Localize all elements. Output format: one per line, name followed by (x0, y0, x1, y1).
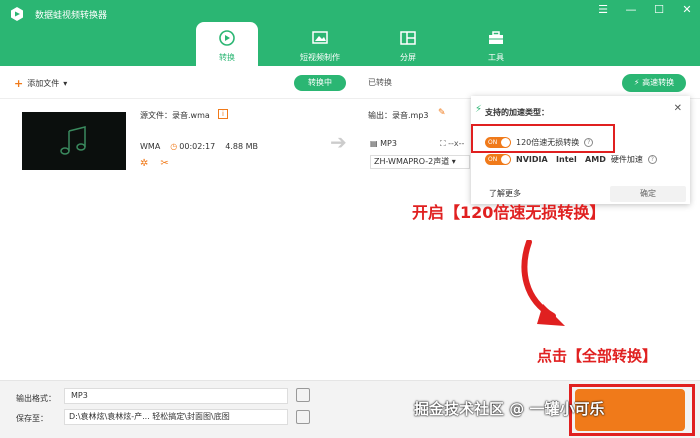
tab-label: 分屏 (400, 53, 416, 62)
option-label: NVIDIA Intel AMD (516, 155, 606, 164)
bolt-icon: ⚡ (475, 104, 483, 115)
effects-icon[interactable]: ✲ (140, 158, 148, 169)
help-icon[interactable]: ? (647, 155, 657, 164)
tab-label: 转换 (219, 53, 235, 62)
duration: 00:02:17 (179, 142, 216, 151)
tab-label: 短视频制作 (300, 53, 340, 62)
hardware-toggle[interactable]: ON (485, 154, 511, 165)
split-screen-icon (400, 31, 416, 45)
add-file-button[interactable]: + 添加文件 ▾ (14, 77, 67, 90)
title-bar: 数据蛙视频转换器 ☰ — ☐ ✕ 转换 短视频制作 分屏 工具 (0, 0, 700, 66)
output-filename: 输出：录音.mp3 (368, 111, 429, 120)
red-arrow-icon (521, 240, 565, 326)
accel-label: 高速转换 (642, 78, 675, 87)
output-format: ▤ MP3 (370, 139, 397, 148)
convert-icon (219, 30, 235, 46)
save-to-label: 保存至： (16, 414, 48, 423)
pencil-icon[interactable]: ✎ (438, 108, 446, 118)
tab-label: 工具 (488, 53, 504, 62)
menu-icon[interactable]: ☰ (596, 3, 610, 16)
tab-converting[interactable]: 转换中 (294, 75, 346, 91)
tab-split-screen[interactable]: 分屏 (364, 22, 452, 66)
source-filename: 源文件：录音.wma (140, 111, 210, 120)
settings-icon[interactable] (296, 388, 310, 402)
option-hardware: ON NVIDIA Intel AMD 硬件加速 ? (485, 154, 657, 165)
minimize-icon[interactable]: — (624, 3, 638, 16)
bolt-icon: ⚡ (633, 78, 640, 87)
clock-icon: ◷ (170, 142, 178, 151)
option-suffix: 硬件加速 (610, 155, 643, 164)
plus-icon: + (14, 77, 24, 90)
watermark: 掘金技术社区 @ 一罐小可乐 (414, 400, 605, 418)
toolbar: + 添加文件 ▾ 转换中 已转换 ⚡ 高速转换 (0, 66, 700, 98)
edit-tools: ✲ ✂ (140, 158, 169, 169)
video-maker-icon (312, 31, 328, 44)
audio-file-icon: ▤ (370, 139, 378, 148)
status-switch: 转换中 已转换 (294, 75, 404, 91)
chevron-down-icon[interactable]: ▾ (63, 79, 67, 88)
maximize-icon[interactable]: ☐ (652, 3, 666, 16)
close-icon[interactable]: ✕ (674, 103, 682, 114)
info-icon[interactable]: i (218, 109, 228, 119)
toolbox-icon (489, 31, 503, 44)
main-nav: 转换 短视频制作 分屏 工具 (196, 22, 540, 66)
add-file-label: 添加文件 (27, 79, 60, 88)
highlight-box (471, 124, 615, 153)
tab-tools[interactable]: 工具 (452, 22, 540, 66)
save-path-select[interactable]: D:\袁林炫\袁林炫-产... 轻松搞定\封面图\底图 (64, 409, 288, 425)
accel-button[interactable]: ⚡ 高速转换 (622, 74, 686, 92)
source-format: WMA (140, 142, 161, 151)
scissors-icon[interactable]: ✂ (160, 158, 168, 169)
tab-converted[interactable]: 已转换 (356, 75, 404, 91)
output-format-select[interactable]: MP3 (64, 388, 288, 404)
annotation-bottom: 点击【全部转换】 (537, 347, 658, 365)
output-size: ⛶ --x-- (440, 139, 465, 148)
file-size: 4.88 MB (225, 142, 258, 151)
learn-more-link[interactable]: 了解更多 (489, 188, 521, 199)
window-controls: ☰ — ☐ ✕ (596, 3, 694, 16)
audio-track-select[interactable]: ZH-WMAPRO-2声道 ▾ (370, 155, 470, 169)
output-format-label: 输出格式： (16, 394, 56, 403)
file-meta: WMA ◷ 00:02:17 4.88 MB (140, 142, 258, 151)
resize-icon: ⛶ (440, 139, 446, 148)
app-logo-icon (11, 7, 23, 21)
music-note-icon (60, 126, 86, 155)
tab-convert[interactable]: 转换 (196, 22, 258, 66)
popup-title: 支持的加速类型： (485, 108, 549, 117)
annotation-top: 开启【120倍速无损转换】 (412, 203, 606, 222)
tab-video-maker[interactable]: 短视频制作 (276, 22, 364, 66)
folder-icon[interactable] (296, 410, 310, 424)
close-icon[interactable]: ✕ (680, 3, 694, 16)
app-title: 数据蛙视频转换器 (35, 11, 108, 21)
arrow-right-icon: ➔ (330, 130, 347, 154)
file-thumbnail[interactable] (22, 112, 126, 170)
ok-button[interactable]: 确定 (610, 186, 686, 202)
